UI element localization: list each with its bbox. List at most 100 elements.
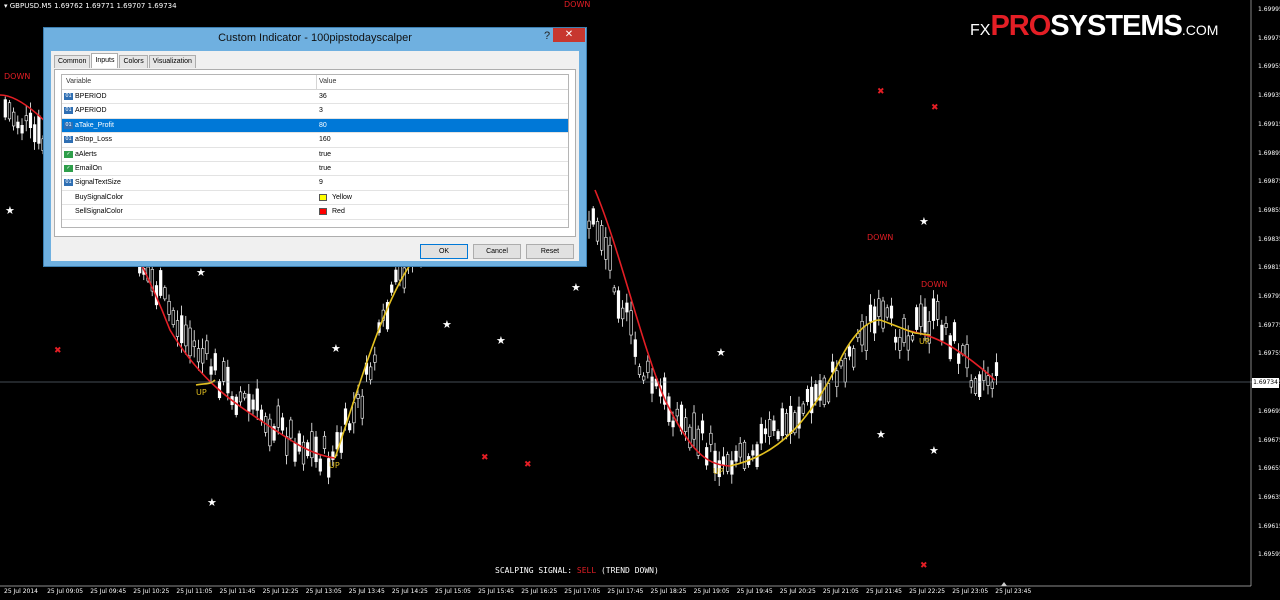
sell-cross-icon: ✖	[931, 103, 939, 113]
candle-body	[297, 433, 301, 452]
candle-body	[671, 420, 675, 428]
shift-triangle-icon	[1001, 582, 1007, 586]
candle-body	[734, 450, 738, 462]
candle-body	[243, 393, 247, 399]
param-value[interactable]: 9	[319, 176, 323, 189]
candle-body	[12, 111, 16, 127]
buy-star-icon: ★	[571, 281, 581, 294]
time-tick-label: 25 Jul 22:25	[909, 588, 946, 595]
param-row[interactable]: 01 SignalTextSize 9	[62, 176, 568, 191]
buy-star-icon: ★	[876, 428, 886, 441]
close-button[interactable]: ✕	[553, 28, 585, 42]
candle-body	[301, 441, 306, 465]
buy-trend-line	[195, 264, 931, 467]
time-tick-label: 25 Jul 18:25	[650, 588, 687, 595]
candle-body	[684, 417, 688, 432]
candle-body	[604, 237, 608, 260]
tab-visualization[interactable]: Visualization	[148, 55, 196, 68]
param-name: SellSignalColor	[75, 208, 123, 216]
dialog-titlebar[interactable]: Custom Indicator - 100pipstodayscalper ?…	[44, 28, 586, 49]
sell-cross-icon: ✖	[920, 561, 928, 571]
candle-body	[621, 307, 625, 320]
param-row[interactable]: ■ SellSignalColor Red	[62, 205, 568, 220]
symbol-text: GBPUSD.M5 1.69762 1.69771 1.69707 1.6973…	[9, 2, 177, 10]
param-value[interactable]: 36	[319, 90, 327, 103]
candle-body	[251, 399, 255, 410]
candle-body	[885, 307, 889, 318]
price-tick-label: 1.69615	[1258, 522, 1280, 530]
boolean-type-icon: ✓	[64, 164, 73, 172]
number-type-icon: 01	[64, 136, 73, 144]
candle-body	[335, 432, 339, 450]
ok-button[interactable]: OK	[420, 244, 468, 259]
price-tick-label: 1.69995	[1258, 6, 1280, 13]
param-value[interactable]: true	[319, 162, 331, 175]
scalping-signal-text: SCALPING SIGNAL: SELL (TREND DOWN)	[495, 566, 659, 575]
up-signal-label: UP	[919, 337, 930, 346]
param-value[interactable]: 80	[319, 119, 327, 132]
symbol-info: ▾ GBPUSD.M5 1.69762 1.69771 1.69707 1.69…	[4, 2, 177, 10]
candle-body	[192, 340, 196, 348]
candle-body	[784, 413, 789, 436]
tab-colors[interactable]: Colors	[119, 55, 148, 68]
param-value[interactable]: true	[319, 148, 331, 161]
candle-body	[587, 220, 591, 229]
price-tick-label: 1.69655	[1258, 465, 1280, 473]
param-value[interactable]: Red	[332, 205, 345, 218]
param-value[interactable]: 160	[319, 133, 331, 146]
candle-body	[222, 361, 226, 382]
time-tick-label: 25 Jul 21:45	[866, 588, 902, 595]
candle-body	[826, 383, 831, 403]
up-signal-label: UP	[713, 467, 724, 476]
candle-body	[591, 208, 595, 225]
candle-body	[268, 418, 272, 447]
buy-star-icon: ★	[196, 266, 206, 279]
color-swatch	[319, 208, 327, 216]
price-tick-label: 1.69795	[1258, 293, 1280, 300]
param-row[interactable]: ■ BuySignalColor Yellow	[62, 191, 568, 206]
param-rows: 01 BPERIOD 36 01 APERIOD 3 01 aTake_Profit 80 01 a…	[62, 90, 568, 220]
candle-body	[994, 362, 999, 376]
candle-body	[868, 304, 873, 322]
candle-body	[24, 115, 28, 122]
param-row[interactable]: ✓ EmailOn true	[62, 162, 568, 177]
tab-common[interactable]: Common	[54, 55, 91, 68]
price-tick-label: 1.69675	[1258, 436, 1280, 444]
candle-body	[789, 405, 793, 434]
candle-body	[394, 269, 398, 283]
candle-body	[742, 441, 747, 469]
cancel-button[interactable]: Cancel	[473, 244, 521, 259]
param-row[interactable]: 01 BPERIOD 36	[62, 90, 568, 105]
time-tick-label: 25 Jul 13:45	[348, 588, 385, 595]
param-value[interactable]: 3	[319, 104, 323, 117]
candle-body	[616, 290, 621, 319]
param-row[interactable]: 01 aStop_Loss 160	[62, 133, 568, 148]
time-tick-label: 25 Jul 19:05	[693, 588, 730, 595]
param-value[interactable]: Yellow	[332, 191, 352, 204]
candle-body	[709, 432, 713, 445]
candle-body	[801, 403, 805, 414]
candle-body	[894, 336, 898, 343]
candle-body	[175, 320, 180, 337]
param-row[interactable]: ✓ aAlerts true	[62, 148, 568, 162]
dialog-body: Common Inputs Colors Visualization Varia…	[51, 51, 579, 261]
candle-body	[167, 301, 171, 315]
candle-body	[969, 380, 973, 388]
candle-body	[768, 419, 772, 437]
candle-body	[259, 409, 264, 421]
candle-body	[650, 376, 654, 394]
candle-body	[205, 340, 209, 355]
candle-body	[940, 324, 944, 341]
candle-body	[196, 348, 201, 363]
buy-star-icon: ★	[716, 346, 726, 359]
tab-inputs[interactable]: Inputs	[91, 53, 119, 68]
price-tick-label: 1.69895	[1258, 149, 1280, 157]
param-row[interactable]: 01 APERIOD 3	[62, 104, 568, 119]
candle-body	[180, 315, 184, 344]
number-type-icon: 01	[64, 121, 73, 129]
candle-body	[37, 115, 41, 144]
time-tick-label: 25 Jul 15:45	[478, 588, 515, 595]
param-row[interactable]: 01 aTake_Profit 80	[62, 118, 568, 134]
reset-button[interactable]: Reset	[526, 244, 574, 259]
help-button[interactable]: ?	[540, 30, 554, 44]
